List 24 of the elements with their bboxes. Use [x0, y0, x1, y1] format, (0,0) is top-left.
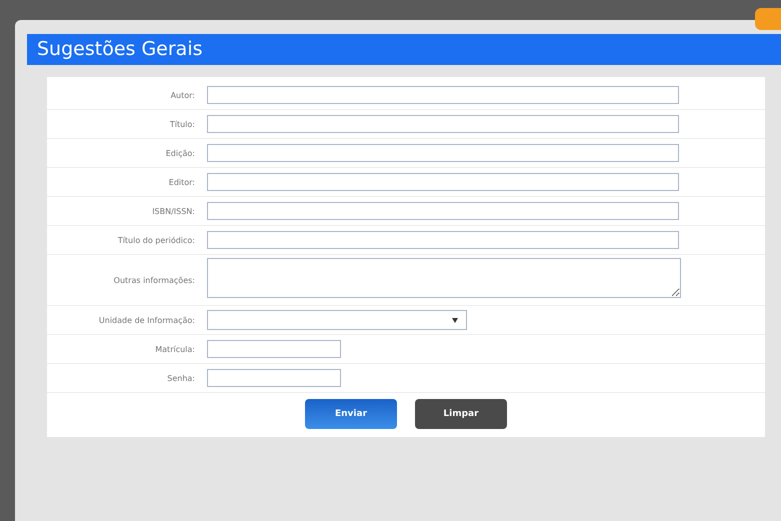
field-label: Unidade de Informação:: [98, 316, 196, 324]
text-field[interactable]: [207, 173, 679, 191]
text-field[interactable]: [207, 202, 679, 220]
dropdown[interactable]: [207, 310, 467, 330]
text-field[interactable]: [207, 144, 679, 162]
field-label: Matrícula:: [154, 344, 196, 354]
text-field[interactable]: [207, 340, 341, 358]
caret-icon: [452, 318, 458, 322]
text-field[interactable]: [207, 369, 341, 387]
text-field[interactable]: [207, 231, 679, 249]
field-label: Título do periódico:: [116, 236, 196, 244]
field-label: Outras informações:: [112, 276, 196, 284]
text-field[interactable]: [207, 115, 679, 133]
text-area[interactable]: [207, 258, 681, 298]
field-label: ISBN/ISSN:: [151, 206, 196, 216]
clear-button[interactable]: Limpar: [415, 399, 507, 429]
text-field[interactable]: [207, 86, 679, 104]
field-label: Senha:: [166, 374, 196, 382]
submit-button[interactable]: Enviar: [305, 399, 397, 429]
field-label: Título:: [168, 120, 196, 128]
field-label: Autor:: [170, 90, 196, 100]
field-label: Editor:: [168, 178, 196, 186]
field-label: Edição:: [164, 148, 196, 158]
dialog-title: Sugestões Gerais: [27, 34, 781, 65]
